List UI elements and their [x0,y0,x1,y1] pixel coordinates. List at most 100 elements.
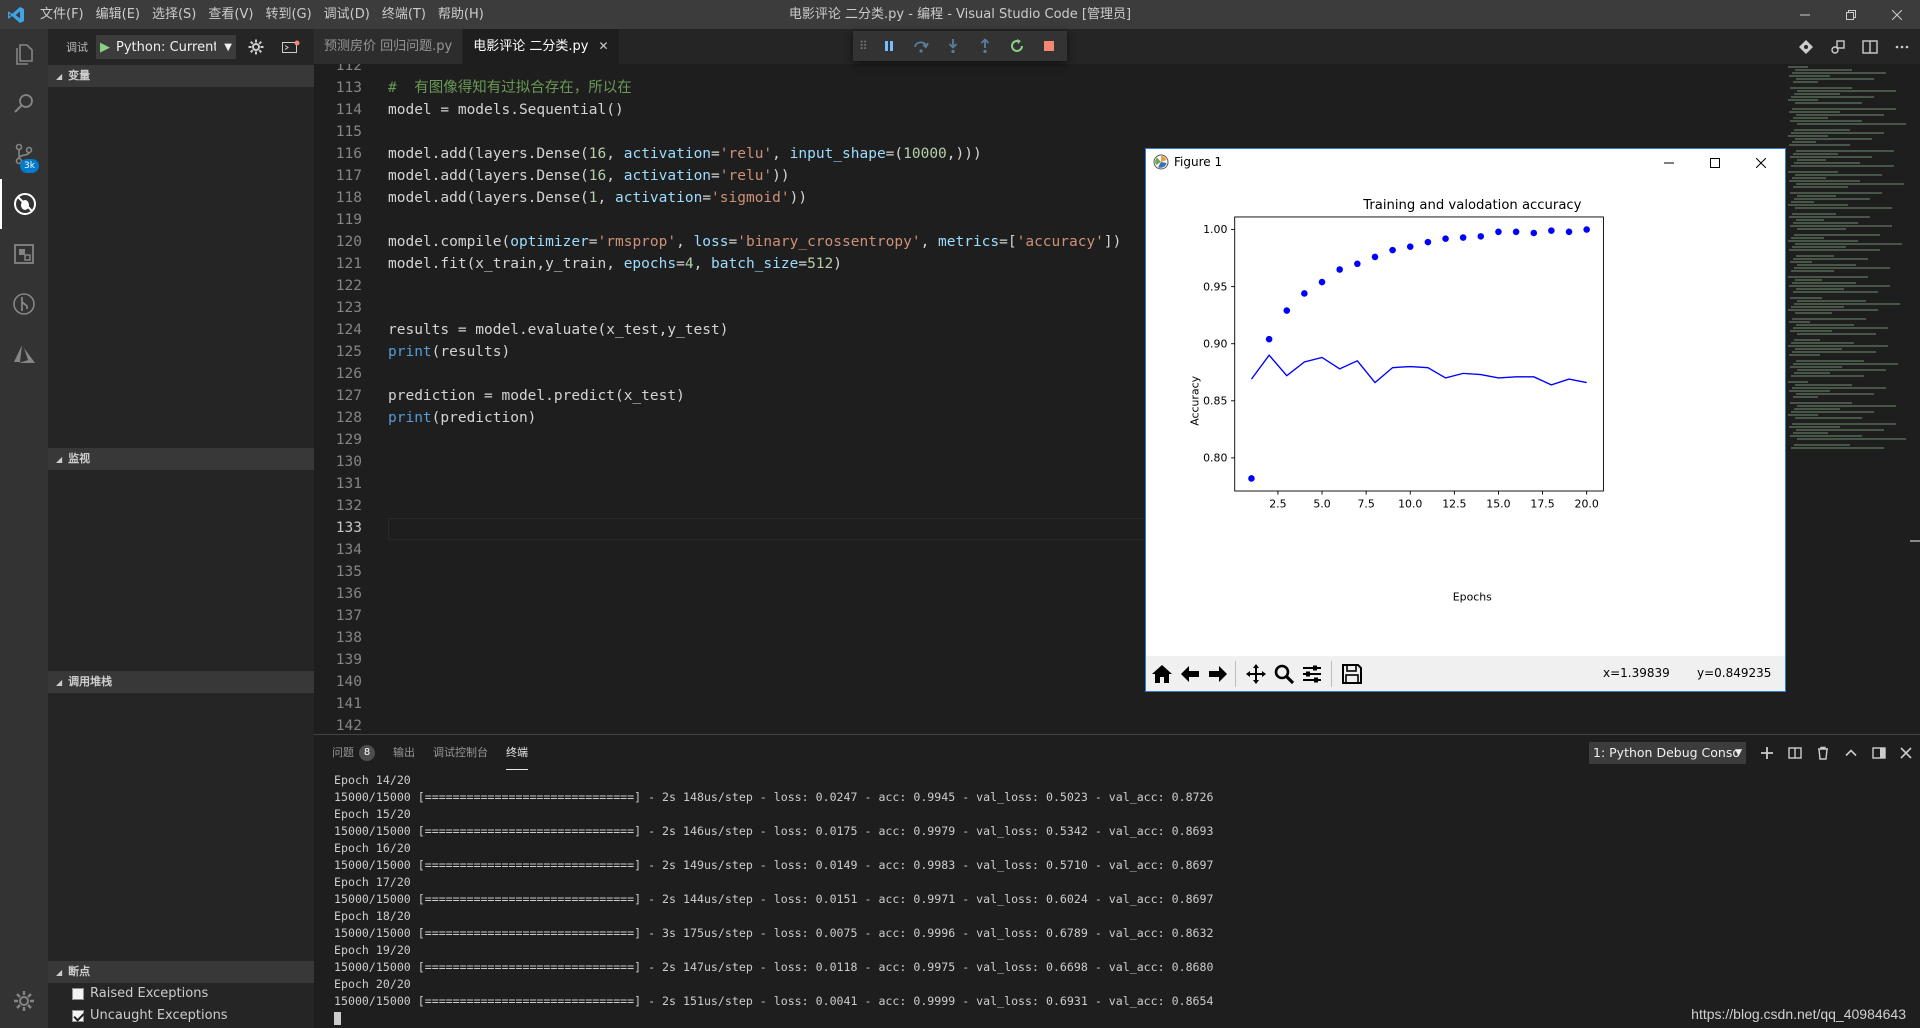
pause-button[interactable] [873,31,905,61]
restore-button[interactable] [1828,0,1874,29]
tab-debug-console[interactable]: 调试控制台 [433,735,488,770]
tab-terminal[interactable]: 终端 [506,735,528,770]
azure-icon [14,345,35,363]
terminal-select[interactable]: 1: Python Debug Conso ▼ [1589,742,1746,764]
home-button[interactable] [1149,661,1175,687]
plus-icon[interactable] [1760,746,1774,760]
open-changes-icon[interactable] [1830,39,1846,55]
chevron-up-icon[interactable] [1844,746,1858,760]
debug-console-icon[interactable] [282,40,300,54]
back-button[interactable] [1177,661,1203,687]
step-into-button[interactable] [937,31,969,61]
matplotlib-figure-window[interactable]: Figure 1 Training and valodation accurac… [1145,148,1786,692]
minimap-line [1793,327,1888,329]
close-tab-icon[interactable]: ✕ [598,29,608,64]
step-out-button[interactable] [969,31,1001,61]
figure-minimize-button[interactable] [1646,149,1692,176]
figure-close-button[interactable] [1738,149,1784,176]
stop-button[interactable] [1033,31,1065,61]
menu-go[interactable]: 转到(G) [259,0,317,29]
menu-help[interactable]: 帮助(H) [432,0,490,29]
minimap-line [1795,279,1822,281]
git-compare-icon[interactable] [1798,39,1814,55]
tab-house-price[interactable]: 预测房价 回归问题.py [314,29,464,64]
trash-icon[interactable] [1816,746,1830,760]
pan-icon [1246,664,1266,684]
minimap[interactable] [1784,64,1910,734]
menu-terminal[interactable]: 终端(T) [376,0,432,29]
git-graph-button[interactable] [0,279,48,329]
raised-exceptions-checkbox[interactable] [72,988,84,1000]
debug-config-select[interactable]: ▶ Python: Current F ▼ [96,35,236,59]
minimap-line [1788,414,1818,416]
breakpoints-section-header[interactable]: ◢ 断点 [48,961,314,983]
expand-triangle-icon: ◢ [56,72,63,81]
minimap-line [1791,165,1894,167]
code-line[interactable]: 112 [314,64,1784,77]
search-button[interactable] [0,79,48,129]
step-over-button[interactable] [905,31,937,61]
menu-selection[interactable]: 选择(S) [146,0,202,29]
forward-button[interactable] [1205,661,1231,687]
more-actions-icon[interactable] [1894,39,1910,55]
drag-handle-icon[interactable]: ⠿ [859,39,873,53]
code-line[interactable]: 115 [314,121,1784,143]
code-line[interactable]: 113 # 有图像得知有过拟合存在，所以在 [314,77,1784,99]
callstack-section-header[interactable]: ◢ 调用堆栈 [48,671,314,693]
editor-scrollbar[interactable] [1910,64,1920,734]
zoom-button[interactable] [1271,661,1297,687]
configure-subplots-button[interactable] [1299,661,1325,687]
code-text: results = model.evaluate(x_test,y_test) [388,322,729,338]
azure-button[interactable] [0,329,48,379]
debug-button[interactable] [0,179,48,229]
figure-maximize-button[interactable] [1692,149,1738,176]
code-line[interactable]: 141 [314,693,1784,715]
minimize-button[interactable] [1782,0,1828,29]
split-editor-icon[interactable] [1862,39,1878,55]
source-control-button[interactable]: 3k [0,129,48,179]
scm-badge: 3k [20,159,39,173]
code-text: model = models.Sequential() [388,102,624,118]
panel-layout-icon[interactable] [1872,746,1886,760]
vscode-logo-icon [8,7,24,23]
watch-title: 监视 [68,452,91,465]
line-number: 130 [335,454,362,470]
uncaught-exceptions-checkbox[interactable] [72,1010,84,1022]
extensions-button[interactable] [0,229,48,279]
breakpoint-raised-exceptions[interactable]: Raised Exceptions [72,983,208,1005]
tab-movie-review[interactable]: 电影评论 二分类.py ✕ [463,29,620,64]
split-terminal-icon[interactable] [1788,746,1802,760]
explorer-button[interactable] [0,29,48,79]
code-line[interactable]: 142 [314,715,1784,734]
terminal-line: 15000/15000 [===========================… [334,926,1214,940]
breakpoint-uncaught-exceptions[interactable]: Uncaught Exceptions [72,1005,228,1027]
save-icon [1342,664,1362,684]
menu-file[interactable]: 文件(F) [34,0,90,29]
tab-problems[interactable]: 问题 8 [332,735,375,770]
minimize-icon [1664,162,1674,163]
variables-section-header[interactable]: ◢ 变量 [48,65,314,87]
pan-button[interactable] [1243,661,1269,687]
save-figure-button[interactable] [1339,661,1365,687]
terminal-output[interactable]: Epoch 14/20 15000/15000 [================… [334,772,1904,1025]
code-line[interactable]: 114 model = models.Sequential() [314,99,1784,121]
terminal-cursor [334,1012,341,1025]
gear-icon[interactable] [248,39,264,55]
menu-edit[interactable]: 编辑(E) [90,0,146,29]
manage-button[interactable] [0,976,48,1026]
figure-title: Figure 1 [1174,155,1223,169]
minimap-line [1789,75,1830,77]
menu-debug[interactable]: 调试(D) [318,0,376,29]
start-debug-icon[interactable]: ▶ [100,40,110,55]
watch-section-header[interactable]: ◢ 监视 [48,448,314,470]
x-tick-label: 10.0 [1398,497,1422,510]
menu-view[interactable]: 查看(V) [202,0,259,29]
tab-output[interactable]: 输出 [393,735,415,770]
problems-count-badge: 8 [359,744,375,761]
close-window-button[interactable] [1874,0,1920,29]
close-icon[interactable] [1900,747,1912,759]
line-number: 134 [335,542,362,558]
figure-title-bar[interactable]: Figure 1 [1146,149,1785,176]
restart-button[interactable] [1001,31,1033,61]
minimap-line [1792,72,1886,74]
